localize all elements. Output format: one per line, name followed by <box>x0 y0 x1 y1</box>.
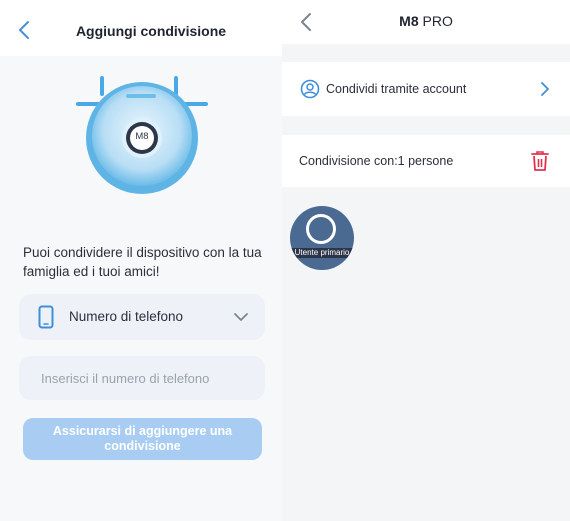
confirm-share-button[interactable]: Assicurarsi di aggiungere una condivisio… <box>23 418 262 460</box>
page-title: Aggiungi condivisione <box>75 23 227 39</box>
header-bar: Aggiungi condivisione <box>0 0 282 56</box>
avatar-placeholder-icon <box>306 214 336 244</box>
device-model-suffix: PRO <box>422 13 453 29</box>
chevron-down-icon <box>234 313 248 321</box>
robot-illustration: M8 <box>74 72 210 196</box>
user-avatar-primary[interactable]: Utente primario <box>290 206 354 270</box>
user-role-label: Utente primario <box>294 248 350 257</box>
share-by-account-row[interactable]: Condividi tramite account <box>282 62 570 116</box>
share-description: Puoi condividere il dispositivo con la t… <box>23 245 262 279</box>
header-bar: M8 PRO <box>282 0 570 44</box>
robot-model-label: M8 <box>135 131 149 142</box>
chevron-right-icon <box>541 82 549 96</box>
phone-number-input[interactable] <box>19 356 265 400</box>
chevron-left-icon <box>19 21 29 39</box>
contact-method-select[interactable]: Numero di telefono <box>19 294 265 340</box>
phone-icon <box>38 305 54 329</box>
back-button[interactable] <box>12 16 36 44</box>
device-share-screen: M8 PRO Condividi tramite account Condivi… <box>282 0 570 521</box>
user-circle-icon <box>300 79 320 99</box>
add-share-screen: Aggiungi condivisione M8 Puoi condivider… <box>0 0 282 521</box>
contact-method-label: Numero di telefono <box>69 309 184 324</box>
trash-icon[interactable] <box>530 150 550 172</box>
shared-with-label: Condivisione con:1 persone <box>299 154 454 168</box>
avatar <box>290 206 354 270</box>
device-title: M8 PRO <box>282 13 570 29</box>
share-by-account-label: Condividi tramite account <box>326 82 467 96</box>
shared-with-row: Condivisione con:1 persone <box>282 135 570 187</box>
device-model: M8 <box>399 13 419 29</box>
